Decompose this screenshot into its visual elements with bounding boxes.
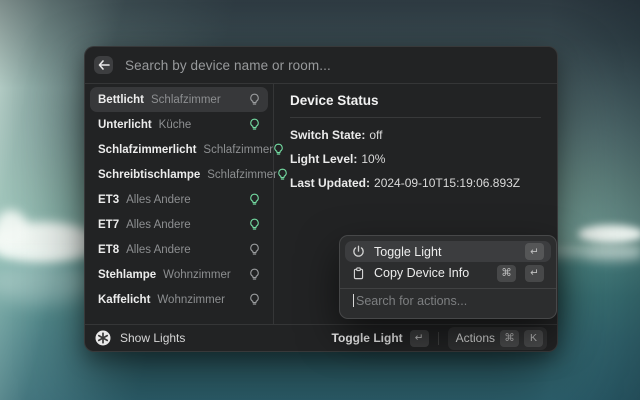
actions-search-placeholder: Search for actions...: [356, 294, 467, 308]
footer-right: Toggle Light ↵ Actions ⌘ K: [332, 327, 547, 350]
field-label: Light Level:: [290, 152, 357, 166]
device-row[interactable]: ET8 Alles Andere: [90, 237, 268, 262]
lightbulb-icon: [249, 243, 260, 256]
device-row[interactable]: Stehlampe Wohnzimmer: [90, 262, 268, 287]
app-label: Show Lights: [120, 331, 185, 345]
enter-key-badge: ↵: [525, 265, 544, 282]
lightbulb-icon: [249, 268, 260, 281]
device-list: Bettlicht Schlafzimmer Unterlicht Küche …: [85, 84, 274, 324]
field-value: 2024-09-10T15:19:06.893Z: [374, 176, 520, 190]
field-value: off: [369, 128, 382, 142]
launcher-window: Search by device name or room... Bettlic…: [84, 46, 558, 352]
device-name: Unterlicht: [98, 119, 152, 131]
device-name: ET8: [98, 244, 119, 256]
divider: [290, 117, 541, 118]
back-button[interactable]: [94, 56, 113, 74]
device-row[interactable]: Bettlicht Schlafzimmer: [90, 87, 268, 112]
enter-key-badge: ↵: [525, 243, 544, 260]
device-room: Alles Andere: [126, 194, 191, 206]
device-row[interactable]: Schreibtischlampe Schlafzimmer: [90, 162, 268, 187]
action-copy-device-info[interactable]: Copy Device Info ⌘ ↵: [345, 262, 551, 283]
field-label: Switch State:: [290, 128, 365, 142]
field-label: Last Updated:: [290, 176, 370, 190]
k-key-badge: K: [524, 330, 543, 347]
lightbulb-icon: [249, 118, 260, 131]
cmd-key-badge: ⌘: [497, 265, 516, 282]
device-name: Kaffelicht: [98, 294, 150, 306]
clipboard-icon: [352, 267, 365, 280]
status-field: Light Level: 10%: [290, 152, 541, 166]
device-name: Stehlampe: [98, 269, 156, 281]
status-bar: Show Lights Toggle Light ↵ Actions ⌘ K: [85, 324, 557, 351]
device-row[interactable]: ET3 Alles Andere: [90, 187, 268, 212]
status-field: Switch State: off: [290, 128, 541, 142]
arrow-left-icon: [98, 60, 110, 70]
footer-divider: [438, 332, 439, 345]
tree-reflection: [0, 262, 95, 304]
device-row[interactable]: Kaffelicht Wohnzimmer: [90, 287, 268, 312]
power-icon: [352, 245, 365, 258]
device-name: Schreibtischlampe: [98, 169, 200, 181]
device-name: Schlafzimmerlicht: [98, 144, 196, 156]
white-island: [578, 225, 640, 243]
lightbulb-icon: [249, 193, 260, 206]
device-name: ET7: [98, 219, 119, 231]
footer-left: Show Lights: [95, 330, 185, 346]
action-label: Toggle Light: [374, 245, 441, 259]
actions-search-input[interactable]: Search for actions...: [340, 288, 556, 313]
status-field: Last Updated: 2024-09-10T15:19:06.893Z: [290, 176, 541, 190]
actions-popover: Toggle Light ↵ Copy Device Info ⌘ ↵ Sear…: [339, 235, 557, 319]
device-room: Alles Andere: [126, 219, 191, 231]
enter-key-badge: ↵: [410, 330, 429, 347]
device-room: Alles Andere: [126, 244, 191, 256]
primary-action-label[interactable]: Toggle Light: [332, 331, 403, 345]
device-name: ET3: [98, 194, 119, 206]
device-room: Schlafzimmer: [207, 169, 277, 181]
text-caret: [353, 294, 354, 307]
lightbulb-icon: [249, 93, 260, 106]
device-room: Schlafzimmer: [151, 94, 221, 106]
actions-button-label: Actions: [456, 331, 495, 345]
device-room: Wohnzimmer: [157, 294, 225, 306]
device-row[interactable]: Unterlicht Küche: [90, 112, 268, 137]
lightbulb-icon: [249, 218, 260, 231]
device-room: Küche: [159, 119, 192, 131]
actions-button[interactable]: Actions ⌘ K: [448, 327, 547, 350]
device-name: Bettlicht: [98, 94, 144, 106]
panel-title: Device Status: [290, 93, 541, 108]
field-value: 10%: [361, 152, 385, 166]
search-input[interactable]: Search by device name or room...: [125, 58, 331, 73]
search-bar: Search by device name or room...: [85, 47, 557, 84]
action-label: Copy Device Info: [374, 266, 469, 280]
device-room: Schlafzimmer: [203, 144, 273, 156]
device-row[interactable]: ET7 Alles Andere: [90, 212, 268, 237]
lightbulb-icon: [249, 293, 260, 306]
device-room: Wohnzimmer: [163, 269, 231, 281]
lights-app-icon: [95, 330, 111, 346]
cmd-key-badge: ⌘: [500, 330, 519, 347]
action-toggle-light[interactable]: Toggle Light ↵: [345, 241, 551, 262]
island-reflection: [583, 246, 640, 262]
device-row[interactable]: Schlafzimmerlicht Schlafzimmer: [90, 137, 268, 162]
